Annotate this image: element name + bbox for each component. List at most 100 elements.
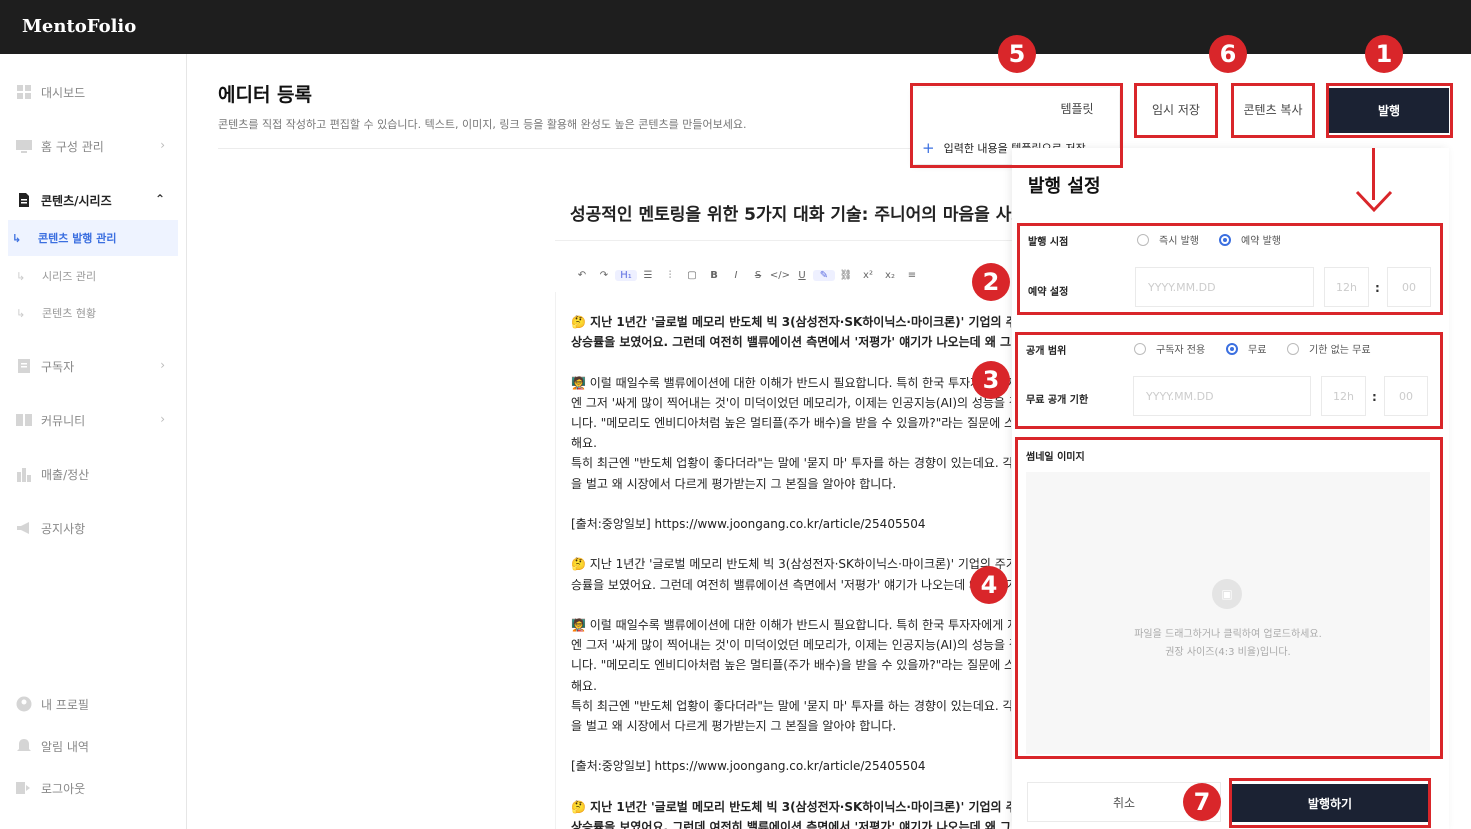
editor-paragraph: 🤔 지난 1년간 '글로벌 메모리 반도체 빅 3(삼성전자·SK하이닉스·마이… <box>571 799 1011 814</box>
editor-paragraph: 🤔 지난 1년간 '글로벌 메모리 반도체 빅 3(삼성전자·SK하이닉스·마이… <box>571 557 1011 572</box>
editor-paragraph: 니다. "메모리도 엔비디아처럼 높은 멀티플(주가 배수)을 받을 수 있을까… <box>571 658 1011 673</box>
sidebar-item-label: 내 프로필 <box>41 697 89 712</box>
arrow-right-icon: ↳ <box>12 231 22 245</box>
strike-button[interactable]: S <box>747 270 769 281</box>
heading-button[interactable]: H₁ <box>615 269 637 281</box>
editor-paragraph: 상승률을 보였어요. 그런데 여전히 밸류에이션 측면에서 '저평가' 얘기가 … <box>571 335 1011 350</box>
editor-paragraph: 🧑‍🏫 이럴 때일수록 밸류에이션에 대한 이해가 반드시 필요합니다. 특히 … <box>571 618 1011 632</box>
highlight-button[interactable]: ✎ <box>813 269 835 281</box>
chevron-right-icon: › <box>160 138 165 152</box>
editor-paragraph: 특히 최근엔 "반도체 업황이 좋다더라"는 말에 '묻지 마' 투자를 하는 … <box>571 456 1011 471</box>
highlight-submit <box>1229 778 1431 828</box>
post-title-input[interactable]: 성공적인 멘토링을 위한 5가지 대화 기술: 주니어의 마음을 사로잡는 법 <box>570 200 1012 225</box>
highlight-timing <box>1017 223 1443 315</box>
editor-paragraph: 을 벌고 왜 시장에서 다르게 평가받는지 그 본질을 알아야 합니다. <box>571 476 897 491</box>
editor-paragraph: 🤔 지난 1년간 '글로벌 메모리 반도체 빅 3(삼성전자·SK하이닉스·마이… <box>571 315 1011 329</box>
sidebar-item-notice[interactable]: 공지사항 <box>16 518 171 538</box>
badge-2: 2 <box>972 263 1010 301</box>
highlight-template <box>910 83 1123 168</box>
sidebar-item-label: 매출/정산 <box>41 467 90 482</box>
badge-3: 3 <box>972 361 1010 399</box>
badge-5: 5 <box>998 35 1036 73</box>
sidebar-item-sales[interactable]: 매출/정산 <box>16 464 171 484</box>
arrow-right-icon: ↳ <box>16 269 26 283</box>
sidebar-item-label: 커뮤니티 <box>41 413 86 428</box>
editor-paragraph: 엔 그저 '싸게 많이 찍어내는 것'이 미덕이었던 메모리가, 이제는 인공지… <box>571 638 1011 653</box>
sidebar-item-label: 알림 내역 <box>41 739 89 754</box>
editor-paragraph: 승률을 보였어요. 그런데 여전히 밸류에이션 측면에서 '저평가' 얘기가 나… <box>571 577 1011 592</box>
sidebar-item-content[interactable]: 콘텐츠/시리즈 ⌃ <box>16 190 171 210</box>
sidebar-item-subscribers[interactable]: 구독자 › <box>16 356 171 376</box>
logout-icon <box>16 780 32 796</box>
sidebar-item-profile[interactable]: 내 프로필 <box>16 694 171 714</box>
page-title: 에디터 등록 <box>218 84 313 106</box>
editor-paragraph: [출처:중앙일보] https://www.joongang.co.kr/art… <box>571 759 926 774</box>
document-icon <box>16 192 32 208</box>
editor-paragraph: 특히 최근엔 "반도체 업황이 좋다더라"는 말에 '묻지 마' 투자를 하는 … <box>571 698 1011 713</box>
badge-1: 1 <box>1365 35 1403 73</box>
superscript-button[interactable]: x² <box>857 270 879 281</box>
redo-button[interactable]: ↷ <box>593 270 615 281</box>
badge-6: 6 <box>1209 35 1247 73</box>
list-button[interactable]: ☰ <box>637 270 659 281</box>
highlight-publish <box>1326 83 1453 138</box>
bold-button[interactable]: B <box>703 270 725 281</box>
sidebar-item-label: 대시보드 <box>41 85 86 100</box>
chevron-up-icon: ⌃ <box>154 192 165 206</box>
sidebar-item-notifications[interactable]: 알림 내역 <box>16 736 171 756</box>
sidebar-item-community[interactable]: 커뮤니티 › <box>16 410 171 430</box>
sidebar-subitem-label: 콘텐츠 발행 관리 <box>38 232 117 245</box>
link-button[interactable]: ⛓ <box>835 270 857 281</box>
arrow-right-icon: ↳ <box>16 306 26 320</box>
sidebar-item-label: 콘텐츠/시리즈 <box>41 193 112 208</box>
align-button[interactable]: ≡ <box>901 270 923 281</box>
editor-paragraph: 상승률을 보였어요. 그런데 여전히 밸류에이션 측면에서 '저평가' 얘기가 … <box>571 820 1011 829</box>
sidebar-subitem-label: 시리즈 관리 <box>42 270 97 283</box>
underline-button[interactable]: U <box>791 270 813 281</box>
block-button[interactable]: ▢ <box>681 270 703 281</box>
editor-body[interactable]: 🤔 지난 1년간 '글로벌 메모리 반도체 빅 3(삼성전자·SK하이닉스·마이… <box>555 292 1013 829</box>
logo[interactable]: MentoFolio <box>22 16 136 37</box>
subscript-button[interactable]: x₂ <box>879 270 901 281</box>
sidebar-subitem-status[interactable]: ↳ 콘텐츠 현황 <box>16 303 178 323</box>
sidebar: 대시보드 홈 구성 관리 › 콘텐츠/시리즈 ⌃ ↳ 콘텐츠 발행 관리 ↳ 시… <box>0 54 187 829</box>
badge-4: 4 <box>970 566 1008 604</box>
monitor-icon <box>16 138 32 154</box>
megaphone-icon <box>16 520 32 536</box>
highlight-visibility <box>1015 332 1443 429</box>
code-button[interactable]: </> <box>769 270 791 281</box>
sidebar-subitem-series[interactable]: ↳ 시리즈 관리 <box>16 266 178 286</box>
highlight-copy <box>1231 83 1315 138</box>
sidebar-item-label: 로그아웃 <box>41 781 86 796</box>
editor-paragraph: 을 벌고 왜 시장에서 다르게 평가받는지 그 본질을 알아야 합니다. <box>571 719 897 733</box>
highlight-thumbnail <box>1015 437 1443 759</box>
editor-paragraph: 엔 그저 '싸게 많이 찍어내는 것'이 미덕이었던 메모리가, 이제는 인공지… <box>571 395 1011 410</box>
editor-paragraph: [출처:중앙일보] https://www.joongang.co.kr/art… <box>571 517 926 531</box>
sidebar-item-label: 홈 구성 관리 <box>41 139 104 154</box>
ordered-list-button[interactable]: ⫶ <box>659 270 681 281</box>
sidebar-item-logout[interactable]: 로그아웃 <box>16 778 171 798</box>
sidebar-item-home-config[interactable]: 홈 구성 관리 › <box>16 136 171 156</box>
arrow-down-icon <box>1355 190 1393 213</box>
divider <box>218 148 918 149</box>
badge-7: 7 <box>1183 783 1221 821</box>
top-bar: MentoFolio <box>0 0 1471 54</box>
editor-paragraph: 해요. <box>571 436 597 451</box>
undo-button[interactable]: ↶ <box>571 270 593 281</box>
highlight-draft <box>1134 83 1218 138</box>
editor-toolbar: ↶ ↷ H₁ ☰ ⫶ ▢ B I S </> U ✎ ⛓ x² x₂ ≡ <box>555 262 1013 288</box>
sidebar-item-label: 구독자 <box>41 359 75 374</box>
editor-paragraph: 해요. <box>571 678 597 693</box>
book-icon <box>16 412 32 428</box>
page-description: 콘텐츠를 직접 작성하고 편집할 수 있습니다. 텍스트, 이미지, 링크 등을… <box>218 118 747 131</box>
editor-paragraph: 니다. "메모리도 엔비디아처럼 높은 멀티플(주가 배수)을 받을 수 있을까… <box>571 416 1011 430</box>
bar-chart-icon <box>16 466 32 482</box>
sidebar-subitem-publish-manage[interactable]: ↳ 콘텐츠 발행 관리 <box>8 220 178 256</box>
user-icon <box>16 696 32 712</box>
italic-button[interactable]: I <box>725 270 747 281</box>
clipboard-icon <box>16 358 32 374</box>
publish-panel-title: 발행 설정 <box>1028 176 1101 197</box>
editor-paragraph: 🧑‍🏫 이럴 때일수록 밸류에이션에 대한 이해가 반드시 필요합니다. 특히 … <box>571 375 1011 390</box>
sidebar-item-dashboard[interactable]: 대시보드 <box>16 82 171 102</box>
chevron-right-icon: › <box>160 412 165 426</box>
